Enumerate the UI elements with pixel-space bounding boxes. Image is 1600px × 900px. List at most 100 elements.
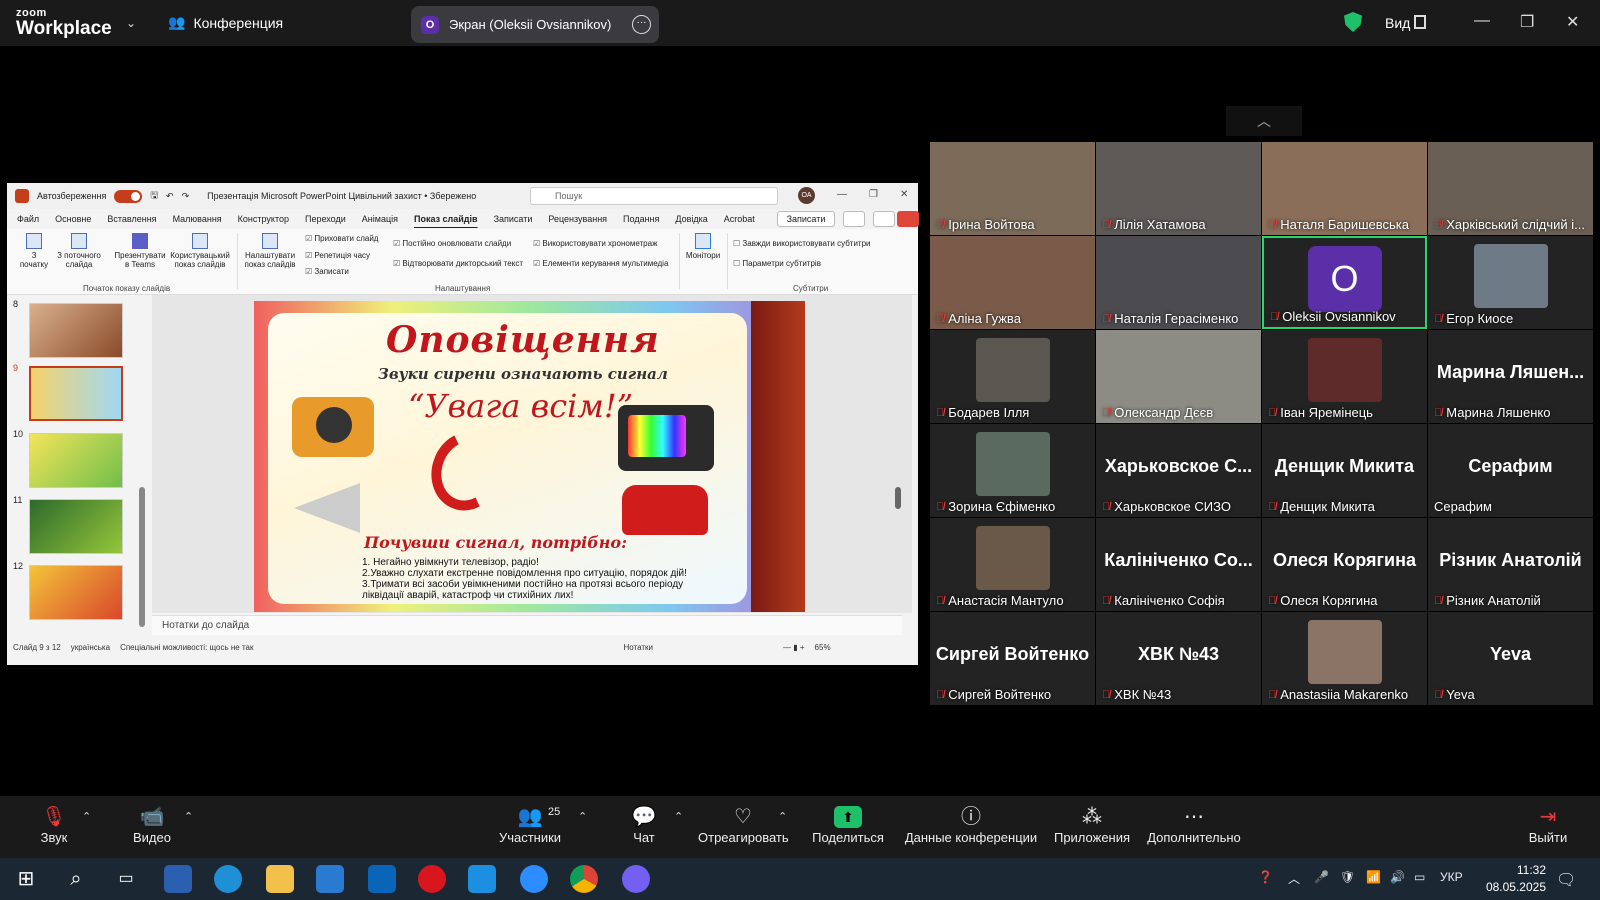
leave-button[interactable]: ⇥ Выйти <box>1528 804 1568 845</box>
keep-updated-checkbox[interactable]: Постійно оновлювати слайди <box>393 239 511 248</box>
react-button[interactable]: ♡ Отреагировать <box>698 804 789 845</box>
security-shield-icon[interactable] <box>1344 12 1362 32</box>
apps-button[interactable]: ⁂ Приложения <box>1052 804 1132 845</box>
ribbon-tab[interactable]: Acrobat <box>724 214 755 224</box>
security-icon[interactable]: 🛡 <box>1340 870 1355 884</box>
ribbon-tab[interactable]: Записати <box>494 214 533 224</box>
minimize-icon[interactable]: — <box>837 189 847 200</box>
participant-tile[interactable]: 🎙̸ Бодарев Ілля <box>930 330 1095 423</box>
slide-thumbnail-10[interactable] <box>29 433 123 488</box>
record-button[interactable]: Записати <box>777 211 835 227</box>
from-start-button[interactable]: З початку <box>17 233 51 269</box>
viber-icon[interactable] <box>622 865 650 893</box>
wifi-icon[interactable]: 📶 <box>1366 870 1381 884</box>
participant-tile[interactable]: Сиргей Войтенко 🎙̸ Сиргей Войтенко <box>930 612 1095 705</box>
notifications-icon[interactable]: 🗨 <box>1556 870 1576 890</box>
react-options-chevron[interactable]: ⌃ <box>778 810 787 823</box>
participant-tile[interactable]: Олеся Корягина 🎙̸ Олеся Корягина <box>1262 518 1427 611</box>
ribbon-tab[interactable]: Малювання <box>173 214 222 224</box>
edge-icon[interactable] <box>214 865 242 893</box>
ribbon-tab[interactable]: Показ слайдів <box>414 214 478 224</box>
participant-tile[interactable]: Калініченко Со... 🎙̸ Калініченко Софія <box>1096 518 1261 611</box>
autosave-toggle[interactable] <box>114 189 143 203</box>
participant-tile[interactable]: Різник Анатолій 🎙̸ Різник Анатолій <box>1428 518 1593 611</box>
comments-icon[interactable] <box>873 211 895 227</box>
volume-icon[interactable]: 🔊 <box>1390 870 1405 884</box>
participant-tile[interactable]: 🎙̸ Anastasiia Makarenko <box>1262 612 1427 705</box>
participant-tile[interactable]: Харьковское С... 🎙̸ Харьковское СИЗО <box>1096 424 1261 517</box>
ribbon-tab[interactable]: Вставлення <box>107 214 156 224</box>
save-icon[interactable]: 🖫 <box>150 188 158 204</box>
participant-tile[interactable]: 🎙̸ Наталя Баришевська <box>1262 142 1427 235</box>
language-indicator[interactable]: УКР <box>1440 870 1463 884</box>
subtitle-settings-dropdown[interactable]: Параметри субтитрів <box>733 259 821 268</box>
notes-toggle[interactable]: Нотатки <box>623 643 653 652</box>
slide-thumbnail-12[interactable] <box>29 565 123 620</box>
meeting-info-button[interactable]: ⓘ Данные конференции <box>904 804 1038 845</box>
thumbnail-scrollbar[interactable] <box>139 487 145 627</box>
chrome-icon[interactable] <box>570 865 598 893</box>
ribbon-tab[interactable]: Анімація <box>362 214 398 224</box>
chevron-up-icon[interactable]: ︿ <box>1226 106 1302 136</box>
participant-tile[interactable]: 🎙̸ Наталія Герасіменко <box>1096 236 1261 329</box>
setup-show-button[interactable]: Налаштувати показ слайдів <box>241 233 299 269</box>
participant-tile[interactable]: Серафим Серафим <box>1428 424 1593 517</box>
ribbon-tab[interactable]: Конструктор <box>238 214 289 224</box>
participant-tile[interactable]: 🎙̸ Зорина Єфіменко <box>930 424 1095 517</box>
microphone-icon[interactable]: 🎤 <box>1314 870 1329 884</box>
scroll-thumb[interactable] <box>895 487 901 509</box>
search-icon[interactable]: ⌕ <box>62 865 90 893</box>
ribbon-tab[interactable]: Довідка <box>675 214 707 224</box>
document-title[interactable]: Презентація Microsoft PowerPoint Цивільн… <box>207 191 476 201</box>
ribbon-tab[interactable]: Рецензування <box>548 214 607 224</box>
task-view-icon[interactable]: ▭ <box>112 865 140 893</box>
participant-tile[interactable]: 🎙̸ Аліна Гужва <box>930 236 1095 329</box>
video-options-chevron[interactable]: ⌃ <box>184 810 193 823</box>
help-icon[interactable]: ❓ <box>1258 870 1273 884</box>
participant-tile[interactable]: 🎙̸ Харківський слідчий і... <box>1428 142 1593 235</box>
zoom-icon[interactable] <box>520 865 548 893</box>
undo-icon[interactable]: ↶ <box>166 191 174 202</box>
slide-thumbnail-9[interactable] <box>29 366 123 421</box>
always-subtitles-checkbox[interactable]: Завжди використовувати субтитри <box>733 239 870 248</box>
slide-thumbnail-8[interactable] <box>29 303 123 358</box>
minimize-icon[interactable]: — <box>1474 12 1490 30</box>
current-slide[interactable]: Оповіщення Звуки сирени означають сигнал… <box>254 301 805 612</box>
rehearse-timings-button[interactable]: Репетиція часу <box>305 251 370 260</box>
present-teams-button[interactable]: Презентувати в Teams <box>113 233 167 269</box>
use-timings-checkbox[interactable]: Використовувати хронометраж <box>533 239 657 248</box>
share-screen-button[interactable]: ⬆ Поделиться <box>810 804 886 845</box>
close-icon[interactable]: ✕ <box>900 189 908 200</box>
battery-icon[interactable]: ▭ <box>1414 870 1425 884</box>
chevron-down-icon[interactable]: ⌄ <box>126 16 136 30</box>
participant-tile[interactable]: Денщик Микита 🎙̸ Денщик Микита <box>1262 424 1427 517</box>
teamviewer-icon[interactable] <box>468 865 496 893</box>
slide-scrollbar[interactable] <box>895 301 901 611</box>
redo-icon[interactable]: ↷ <box>182 191 190 202</box>
monitors-button[interactable]: Монітори <box>683 233 723 260</box>
store-icon[interactable] <box>316 865 344 893</box>
zoom-slider[interactable]: — ▮ + <box>783 643 805 652</box>
slide-thumbnail-11[interactable] <box>29 499 123 554</box>
user-avatar[interactable]: OA <box>798 187 815 204</box>
ribbon-tab[interactable]: Переходи <box>305 214 346 224</box>
file-explorer-icon[interactable] <box>266 865 294 893</box>
participant-tile[interactable]: 🎙̸ Іван Яремінець <box>1262 330 1427 423</box>
search-input[interactable]: Пошук <box>530 187 778 205</box>
save-app-icon[interactable] <box>164 865 192 893</box>
chat-options-chevron[interactable]: ⌃ <box>674 810 683 823</box>
zoom-level[interactable]: 65% <box>815 643 831 652</box>
media-controls-checkbox[interactable]: Елементи керування мультимедіа <box>533 259 668 268</box>
participant-tile[interactable]: 🎙̸ Олександр Дєєв <box>1096 330 1261 423</box>
participant-tile[interactable]: 🎙̸ Лілія Хатамова <box>1096 142 1261 235</box>
participant-tile[interactable]: O 🎙̸ Oleksii Ovsiannikov <box>1262 236 1427 329</box>
restore-icon[interactable]: ❐ <box>1520 12 1534 32</box>
participant-tile[interactable]: 🎙̸ Егор Киосе <box>1428 236 1593 329</box>
custom-show-button[interactable]: Користувацький показ слайдів <box>167 233 233 269</box>
restore-icon[interactable]: ❐ <box>869 189 878 200</box>
participant-tile[interactable]: ХВК №43 🎙̸ ХВК №43 <box>1096 612 1261 705</box>
windows-start-icon[interactable]: ⊞ <box>12 865 40 893</box>
outlook-icon[interactable] <box>368 865 396 893</box>
more-button[interactable]: ⋯ Дополнительно <box>1146 804 1242 845</box>
from-current-button[interactable]: З поточного слайда <box>55 233 103 269</box>
